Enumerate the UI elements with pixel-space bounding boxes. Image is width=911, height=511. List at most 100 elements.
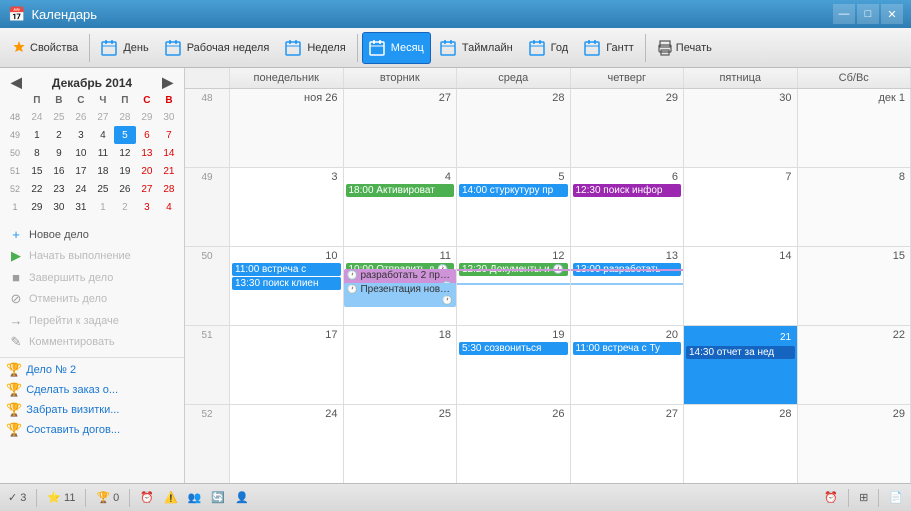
event-49-3[interactable]: 12:30 поиск инфор <box>573 184 682 197</box>
cal-day-51-2[interactable]: 195:30 созвониться <box>457 326 571 404</box>
toolbar-btn-timeline[interactable]: Таймлайн <box>433 32 520 64</box>
mini-cal-day[interactable]: 7 <box>158 126 180 144</box>
mini-cal-day[interactable]: 5 <box>114 126 136 144</box>
mini-cal-day[interactable]: 10 <box>70 144 92 162</box>
mini-cal-day[interactable]: 25 <box>48 108 70 126</box>
cal-day-50-1[interactable]: 1110:00 Отправить д 🕐🕐 разработать 2 при… <box>344 247 458 325</box>
cal-day-52-3[interactable]: 27 <box>571 405 685 483</box>
close-button[interactable]: ✕ <box>881 4 903 24</box>
mini-cal-day[interactable]: 4 <box>92 126 114 144</box>
mini-cal-day[interactable]: 19 <box>114 162 136 180</box>
status-user[interactable]: 👤 <box>235 491 249 504</box>
event-49-1[interactable]: 18:00 Активироват <box>346 184 455 197</box>
mini-cal-day[interactable]: 4 <box>158 198 180 216</box>
cal-day-51-0[interactable]: 17 <box>230 326 344 404</box>
cal-day-49-4[interactable]: 7 <box>684 168 798 246</box>
cal-day-48-1[interactable]: 27 <box>344 89 458 167</box>
mini-cal-day[interactable]: 21 <box>158 162 180 180</box>
mini-cal-day[interactable]: 25 <box>92 180 114 198</box>
spanning-event-1[interactable]: 🕐 Презентация новой продукции 🕐 <box>344 283 457 307</box>
mini-cal-day[interactable]: 28 <box>114 108 136 126</box>
cal-day-52-1[interactable]: 25 <box>344 405 458 483</box>
mini-cal-day[interactable]: 17 <box>70 162 92 180</box>
cal-day-51-5[interactable]: 22 <box>798 326 911 404</box>
toolbar-btn-properties[interactable]: Свойства <box>4 32 85 64</box>
event-51-3[interactable]: 11:00 встреча с Ту <box>573 342 682 355</box>
event-50-0[interactable]: 13:30 поиск клиен <box>232 277 341 290</box>
status-grid-icon[interactable]: ⊞ <box>859 491 868 504</box>
mini-cal-day[interactable]: 29 <box>136 108 158 126</box>
status-clock[interactable]: ⏰ <box>140 491 154 504</box>
cal-day-52-0[interactable]: 24 <box>230 405 344 483</box>
maximize-button[interactable]: □ <box>857 4 879 24</box>
mini-cal-day[interactable]: 3 <box>70 126 92 144</box>
toolbar-btn-day[interactable]: День <box>94 32 155 64</box>
task-item-2[interactable]: 🏆Сделать заказ о... <box>0 380 184 400</box>
mini-cal-day[interactable]: 22 <box>26 180 48 198</box>
mini-cal-day[interactable]: 1 <box>26 126 48 144</box>
task-item-3[interactable]: 🏆Забрать визитки... <box>0 400 184 420</box>
mini-cal-day[interactable]: 26 <box>70 108 92 126</box>
status-sync[interactable]: 🔄 <box>211 491 225 504</box>
mini-cal-day[interactable]: 14 <box>158 144 180 162</box>
cal-day-51-1[interactable]: 18 <box>344 326 458 404</box>
mini-cal-day[interactable]: 20 <box>136 162 158 180</box>
task-item-1[interactable]: 🏆Дело № 2 <box>0 360 184 380</box>
mini-cal-day[interactable]: 30 <box>48 198 70 216</box>
mini-cal-day[interactable]: 30 <box>158 108 180 126</box>
status-cal-icon[interactable]: ⏰ <box>824 491 838 504</box>
mini-cal-day[interactable]: 2 <box>48 126 70 144</box>
status-users[interactable]: 👥 <box>188 491 202 504</box>
cal-day-49-2[interactable]: 514:00 стуркутуру пр <box>457 168 571 246</box>
mini-cal-day[interactable]: 11 <box>92 144 114 162</box>
task-list-scroll[interactable]: 🏆Дело № 2🏆Сделать заказ о...🏆Забрать виз… <box>0 358 184 483</box>
mini-cal-day[interactable]: 28 <box>158 180 180 198</box>
toolbar-btn-year[interactable]: Год <box>522 32 576 64</box>
cal-day-51-4[interactable]: 2114:30 отчет за нед <box>684 326 798 404</box>
mini-cal-day[interactable]: 9 <box>48 144 70 162</box>
toolbar-btn-gantt[interactable]: Гантт <box>577 32 641 64</box>
cal-day-52-5[interactable]: 29 <box>798 405 911 483</box>
toolbar-btn-workweek[interactable]: Рабочая неделя <box>158 32 277 64</box>
mini-cal-prev[interactable]: ◀ <box>8 74 25 91</box>
mini-cal-day[interactable]: 15 <box>26 162 48 180</box>
cal-day-50-4[interactable]: 14 <box>684 247 798 325</box>
toolbar-btn-month[interactable]: Месяц <box>362 32 431 64</box>
mini-cal-day[interactable]: 24 <box>70 180 92 198</box>
event-51-4[interactable]: 14:30 отчет за нед <box>686 346 795 359</box>
cal-day-50-2[interactable]: 1212:20 Документы и 🕐 <box>457 247 571 325</box>
action-new-task[interactable]: +Новое дело <box>6 224 178 245</box>
mini-cal-day[interactable]: 24 <box>26 108 48 126</box>
mini-cal-day[interactable]: 13 <box>136 144 158 162</box>
mini-cal-day[interactable]: 8 <box>26 144 48 162</box>
spanning-event-cont-1-2[interactable] <box>457 283 570 285</box>
mini-cal-day[interactable]: 1 <box>92 198 114 216</box>
spanning-event-cont-0-3[interactable] <box>571 269 684 271</box>
mini-cal-day[interactable]: 27 <box>136 180 158 198</box>
mini-cal-day[interactable]: 26 <box>114 180 136 198</box>
mini-cal-day[interactable]: 16 <box>48 162 70 180</box>
cal-day-48-5[interactable]: дек 1 <box>798 89 911 167</box>
event-51-2[interactable]: 5:30 созвониться <box>459 342 568 355</box>
spanning-event-cont-1-3[interactable] <box>571 283 684 285</box>
toolbar-btn-week[interactable]: Неделя <box>278 32 352 64</box>
mini-cal-day[interactable]: 3 <box>136 198 158 216</box>
event-49-2[interactable]: 14:00 стуркутуру пр <box>459 184 568 197</box>
mini-cal-next[interactable]: ▶ <box>159 74 176 91</box>
spanning-event-cont-0-2[interactable] <box>457 269 570 271</box>
cal-day-48-0[interactable]: ноя 26 <box>230 89 344 167</box>
cal-day-49-1[interactable]: 418:00 Активироват <box>344 168 458 246</box>
minimize-button[interactable]: — <box>833 4 855 24</box>
status-doc-icon[interactable]: 📄 <box>889 491 903 504</box>
cal-day-49-3[interactable]: 612:30 поиск инфор <box>571 168 685 246</box>
mini-cal-day[interactable]: 23 <box>48 180 70 198</box>
status-alert[interactable]: ⚠️ <box>164 491 178 504</box>
mini-cal-day[interactable]: 2 <box>114 198 136 216</box>
cal-day-50-3[interactable]: 1313:00 разработать <box>571 247 685 325</box>
cal-day-48-4[interactable]: 30 <box>684 89 798 167</box>
cal-day-49-5[interactable]: 8 <box>798 168 911 246</box>
toolbar-btn-print[interactable]: Печать <box>650 32 719 64</box>
cal-day-50-5[interactable]: 15 <box>798 247 911 325</box>
cal-day-49-0[interactable]: 3 <box>230 168 344 246</box>
mini-cal-day[interactable]: 27 <box>92 108 114 126</box>
